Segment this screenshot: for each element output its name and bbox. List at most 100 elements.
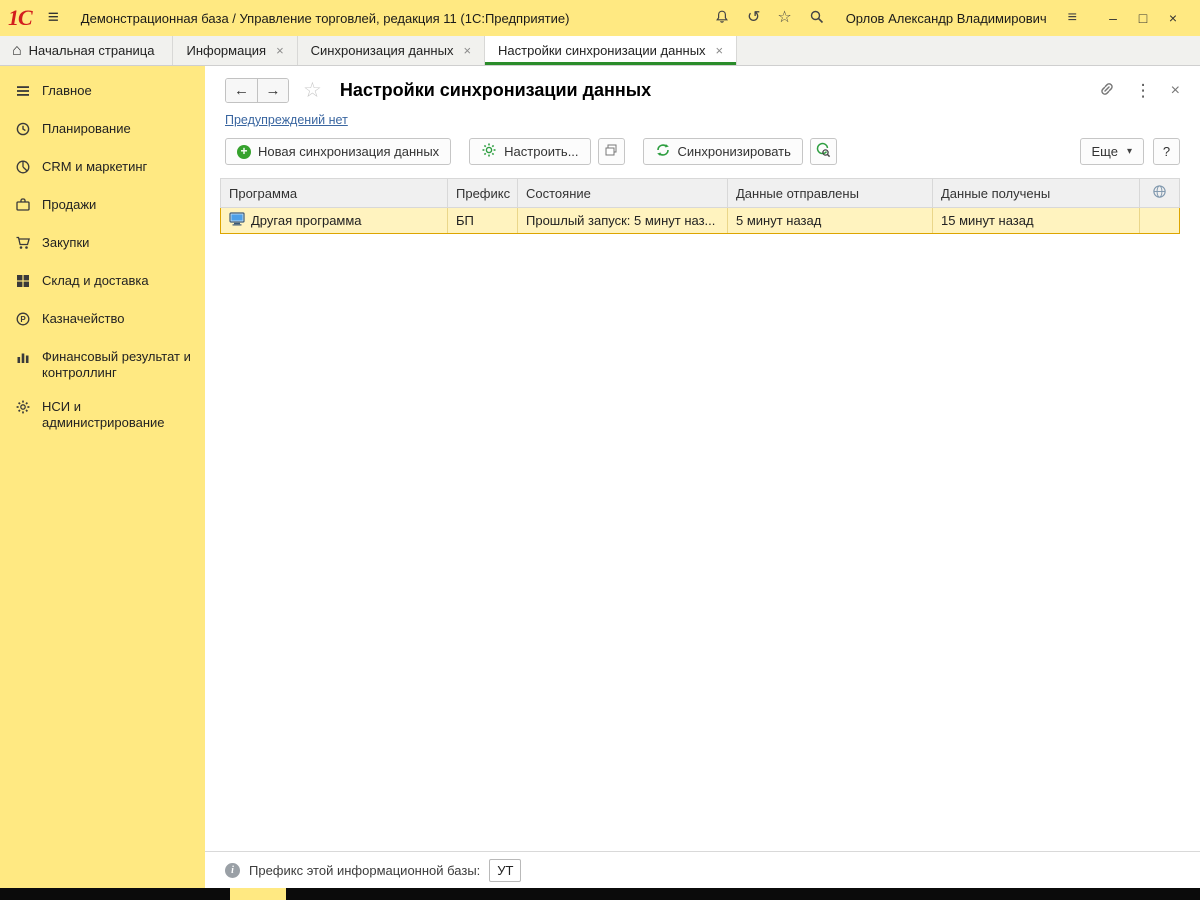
sidebar-item-label: Главное [42,83,92,98]
notifications-bell-icon[interactable] [714,9,730,28]
sidebar-item-label: Склад и доставка [42,273,149,288]
app-window: 1С ≡ Демонстрационная база / Управление … [0,0,1200,900]
overlapping-windows-icon [604,143,618,160]
synchronize-button[interactable]: Синхронизировать [642,138,803,165]
more-button[interactable]: Еще ▾ [1079,138,1144,165]
forward-button[interactable]: → [257,79,288,102]
open-in-window-button[interactable] [597,138,625,165]
prefix-value: УТ [489,858,522,882]
sidebar-item-label: Закупки [42,235,90,250]
tab-label: Информация [186,43,267,58]
taskbar-strip [0,888,1200,900]
cell-program-text: Другая программа [251,213,362,228]
configure-button[interactable]: Настроить... [469,138,591,165]
cell-state: Прошлый запуск: 5 минут наз... [518,208,728,233]
window-controls: – □ × [1098,10,1188,26]
add-to-favorites-star-icon[interactable]: ☆ [303,78,322,103]
help-button[interactable]: ? [1153,138,1180,165]
history-icon[interactable]: ↺ [747,10,760,26]
get-link-icon[interactable] [1098,80,1116,101]
configure-label: Настроить... [504,144,579,159]
cell-sent: 5 минут назад [728,208,933,233]
sidebar-item-glavnoe[interactable]: Главное [0,74,205,112]
tab-close-icon[interactable]: × [716,43,724,58]
current-user[interactable]: Орлов Александр Владимирович [846,11,1047,26]
form-header-right: ⋮ × [1098,80,1180,101]
tab-label: Настройки синхронизации данных [498,43,706,58]
sidebar-item-zakupki[interactable]: Закупки [0,226,205,264]
main-menu-icon[interactable]: ≡ [48,7,59,29]
more-label: Еще [1091,144,1118,159]
cell-prefix: БП [448,208,518,233]
sync-search-icon [815,142,831,161]
column-header-prefix[interactable]: Префикс [448,179,518,207]
column-header-program[interactable]: Программа [221,179,448,207]
sidebar-item-label: Казначейство [42,311,125,326]
close-window-button[interactable]: × [1158,10,1188,26]
coin-icon: P [15,311,31,331]
window-title: Демонстрационная база / Управление торго… [80,10,570,26]
cell-program: Другая программа [221,208,448,233]
sidebar-item-kaznacheystvo[interactable]: P Казначейство [0,302,205,340]
bar-chart-icon [15,349,31,369]
sidebar-item-nsi-administrirovanie[interactable]: НСИ и администрирование [0,390,205,440]
tab-home-label: Начальная страница [28,43,155,58]
close-form-icon[interactable]: × [1171,82,1180,100]
more-actions-kebab-icon[interactable]: ⋮ [1135,81,1152,101]
synchronize-label: Синхронизировать [677,144,791,159]
column-header-received[interactable]: Данные получены [933,179,1140,207]
help-label: ? [1162,144,1171,159]
column-header-globe[interactable] [1140,179,1178,207]
tab-close-icon[interactable]: × [276,43,284,58]
new-sync-button[interactable]: + Новая синхронизация данных [225,138,452,165]
favorites-star-icon[interactable]: ☆ [777,10,791,26]
tab-informaciya[interactable]: Информация × [173,36,298,65]
sidebar-item-label: Финансовый результат и контроллинг [42,349,191,380]
panels-menu-icon[interactable]: ≡ [1068,10,1077,26]
tab-close-icon[interactable]: × [463,43,471,58]
sync-list-table: Программа Префикс Состояние Данные отпра… [220,178,1180,234]
sidebar-item-label: Продажи [42,197,97,212]
back-button[interactable]: ← [226,79,257,102]
maximize-button[interactable]: □ [1128,10,1158,26]
sidebar-item-finansovyi-rezultat[interactable]: Финансовый результат и контроллинг [0,340,205,390]
cart-icon [15,235,31,255]
page-title: Настройки синхронизации данных [339,80,652,100]
sidebar-item-sklad-dostavka[interactable]: Склад и доставка [0,264,205,302]
cell-received: 15 минут назад [933,208,1140,233]
history-nav: ← → [225,78,289,103]
titlebar-right: ↺ ☆ Орлов Александр Владимирович ≡ – □ × [714,9,1188,28]
taskbar-accent [230,888,286,900]
command-bar-right: Еще ▾ ? [1079,138,1180,165]
search-icon[interactable] [809,9,825,28]
form-header: ← → ☆ Настройки синхронизации данных ⋮ × [205,66,1200,103]
grid-icon [15,273,31,293]
minimize-button[interactable]: – [1098,10,1128,26]
tab-label: Синхронизация данных [310,43,454,58]
globe-icon [1152,184,1167,202]
clock-icon [15,121,31,141]
info-icon: i [225,862,240,878]
body: Главное Планирование CRM и маркетинг Про… [0,66,1200,888]
table-row[interactable]: Другая программа БП Прошлый запуск: 5 ми… [220,208,1180,234]
column-header-sent[interactable]: Данные отправлены [728,179,933,207]
sidebar-item-planirovanie[interactable]: Планирование [0,112,205,150]
tab-sinhronizaciya-dannyh[interactable]: Синхронизация данных × [297,36,486,65]
sync-details-button[interactable] [809,138,837,165]
plus-circle-icon: + [237,144,251,159]
briefcase-icon [15,197,31,217]
sidebar-item-prodazhi[interactable]: Продажи [0,188,205,226]
menu-lines-icon [15,83,31,103]
column-header-state[interactable]: Состояние [518,179,728,207]
computer-icon [229,212,245,229]
prefix-label: Префикс этой информационной базы: [249,862,481,878]
sidebar-item-crm-marketing[interactable]: CRM и маркетинг [0,150,205,188]
pie-chart-icon [15,159,31,179]
tab-nastroyki-sinhronizacii[interactable]: Настройки синхронизации данных × [485,36,738,65]
tab-home[interactable]: ⌂ Начальная страница [0,36,174,65]
new-sync-label: Новая синхронизация данных [258,144,440,159]
warnings-link[interactable]: Предупреждений нет [225,113,348,127]
form-sync-settings: ← → ☆ Настройки синхронизации данных ⋮ ×… [205,66,1200,888]
warnings-row: Предупреждений нет [225,112,1200,127]
gear-icon [15,399,31,419]
